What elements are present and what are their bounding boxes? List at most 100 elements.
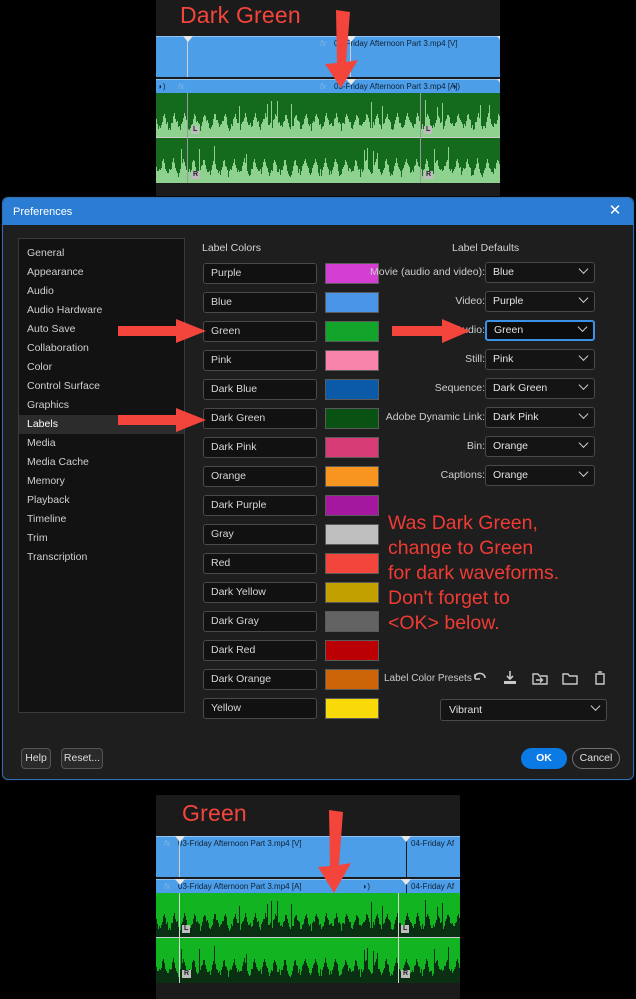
label-color-presets-label: Label Color Presets <box>384 673 472 684</box>
clip-body-video-0[interactable] <box>156 36 312 77</box>
label-color-swatch[interactable] <box>325 640 379 661</box>
label-color-name-input[interactable]: Yellow <box>203 698 317 719</box>
sidebar-item-color[interactable]: Color <box>19 358 184 377</box>
clip-header-audio-1[interactable]: fx 03-Friday Afternoon Part 3.mp4 [A] ◗) <box>156 879 406 893</box>
label-color-name-input[interactable]: Orange <box>203 466 317 487</box>
sidebar-item-control-surface[interactable]: Control Surface <box>19 377 184 396</box>
save-as-preset-icon[interactable] <box>530 668 552 688</box>
clip-header-audio-2[interactable]: 04-Friday Af <box>407 879 460 893</box>
channel-badge-L: L <box>182 925 191 933</box>
label-default-select[interactable]: Orange <box>485 465 595 486</box>
clip-body-video-2[interactable] <box>407 850 460 877</box>
clip-marker-triangle <box>497 36 500 42</box>
label-color-name-input[interactable]: Gray <box>203 524 317 545</box>
label-default-select[interactable]: Purple <box>485 291 595 312</box>
label-default-value: Blue <box>493 266 515 278</box>
annotation-line-3: for dark waveforms. <box>388 562 560 584</box>
audio-waveform-bottom[interactable]: L R L R <box>156 893 460 983</box>
label-color-swatch[interactable] <box>325 524 379 545</box>
label-color-row: Dark Gray <box>203 611 379 640</box>
label-color-name-input[interactable]: Green <box>203 321 317 342</box>
sidebar-item-audio[interactable]: Audio <box>19 282 184 301</box>
sidebar-item-general[interactable]: General <box>19 244 184 263</box>
sidebar-item-playback[interactable]: Playback <box>19 491 184 510</box>
save-preset-icon[interactable] <box>500 668 522 688</box>
label-default-select[interactable]: Orange <box>485 436 595 457</box>
label-color-name-input[interactable]: Pink <box>203 350 317 371</box>
label-color-swatch[interactable] <box>325 495 379 516</box>
open-folder-icon[interactable] <box>560 668 582 688</box>
waveform-channel-right <box>156 138 500 183</box>
chevron-down-icon <box>578 466 589 477</box>
fx-icon: fx <box>178 82 185 91</box>
sidebar-item-memory[interactable]: Memory <box>19 472 184 491</box>
ok-button[interactable]: OK <box>521 748 567 769</box>
label-colors-list: Purple Blue Green Pink Dark Blue Dark Green Da… <box>203 263 379 727</box>
channel-badge-R: R <box>424 171 434 179</box>
label-color-name-input[interactable]: Purple <box>203 263 317 284</box>
preset-select-value: Vibrant <box>449 704 483 716</box>
label-default-select[interactable]: Green <box>485 320 595 341</box>
audio-badge-icon: ◗) <box>362 882 371 891</box>
label-color-name-input[interactable]: Dark Gray <box>203 611 317 632</box>
reset-icon[interactable] <box>470 668 492 688</box>
clip-header-audio-0[interactable]: ◗) fx <box>156 79 312 93</box>
clip-divider <box>187 36 188 77</box>
label-color-row: Dark Orange <box>203 669 379 698</box>
label-default-label: Bin: <box>466 440 485 452</box>
label-color-swatch[interactable] <box>325 611 379 632</box>
label-color-name-input[interactable]: Dark Green <box>203 408 317 429</box>
sidebar-item-media-cache[interactable]: Media Cache <box>19 453 184 472</box>
sidebar-item-transcription[interactable]: Transcription <box>19 548 184 567</box>
label-colors-heading: Label Colors <box>202 242 261 254</box>
label-color-name-input[interactable]: Dark Purple <box>203 495 317 516</box>
chevron-down-icon <box>578 379 589 390</box>
label-color-name-input[interactable]: Red <box>203 553 317 574</box>
label-default-label: Adobe Dynamic Link: <box>385 411 485 423</box>
label-default-select[interactable]: Dark Pink <box>485 407 595 428</box>
preset-icon-row <box>470 668 610 690</box>
label-color-swatch[interactable] <box>325 553 379 574</box>
label-color-name-input[interactable]: Blue <box>203 292 317 313</box>
label-default-select[interactable]: Dark Green <box>485 378 595 399</box>
clip-body-video-1[interactable] <box>156 850 406 877</box>
cancel-button[interactable]: Cancel <box>572 748 620 769</box>
help-button[interactable]: Help <box>21 748 51 769</box>
channel-badge-R: R <box>401 970 411 978</box>
clip-marker-triangle <box>175 879 185 885</box>
timeline-panel-dark-green: Dark Green fx 03-Friday Afternoon Part 3… <box>156 0 500 196</box>
label-default-row: Bin: Orange <box>380 436 625 465</box>
preset-select[interactable]: Vibrant <box>440 699 607 721</box>
label-color-name-input[interactable]: Dark Yellow <box>203 582 317 603</box>
label-color-swatch[interactable] <box>325 582 379 603</box>
clip-header-video-1[interactable]: fx 03-Friday Afternoon Part 3.mp4 [V] <box>156 836 406 850</box>
delete-icon[interactable] <box>590 668 612 688</box>
clip-header-video-2[interactable]: 04-Friday Af <box>407 836 460 850</box>
close-icon[interactable]: ✕ <box>606 202 624 220</box>
label-color-row: Pink <box>203 350 379 379</box>
sidebar-item-trim[interactable]: Trim <box>19 529 184 548</box>
label-color-row: Blue <box>203 292 379 321</box>
sidebar-item-media[interactable]: Media <box>19 434 184 453</box>
label-color-name-input[interactable]: Dark Orange <box>203 669 317 690</box>
reset-button[interactable]: Reset... <box>61 748 103 769</box>
label-color-name-input[interactable]: Dark Red <box>203 640 317 661</box>
label-color-swatch[interactable] <box>325 669 379 690</box>
label-color-name-input[interactable]: Dark Pink <box>203 437 317 458</box>
label-color-row: Yellow <box>203 698 379 727</box>
waveform-channel-left <box>156 93 500 137</box>
label-color-swatch[interactable] <box>325 698 379 719</box>
fx-icon: fx <box>164 882 171 891</box>
clip-divider <box>187 93 188 183</box>
sidebar-item-timeline[interactable]: Timeline <box>19 510 184 529</box>
label-default-select[interactable]: Pink <box>485 349 595 370</box>
audio-badge-icon: ◗) <box>452 82 461 91</box>
sidebar-item-appearance[interactable]: Appearance <box>19 263 184 282</box>
preferences-sidebar[interactable]: General Appearance Audio Audio Hardware … <box>18 238 185 713</box>
label-color-name-input[interactable]: Dark Blue <box>203 379 317 400</box>
label-default-value: Dark Pink <box>493 411 539 423</box>
audio-waveform-top[interactable]: L R L R <box>156 93 500 183</box>
timeline-caption-bottom: Green <box>182 800 247 826</box>
label-default-select[interactable]: Blue <box>485 262 595 283</box>
label-default-row: Sequence: Dark Green <box>380 378 625 407</box>
